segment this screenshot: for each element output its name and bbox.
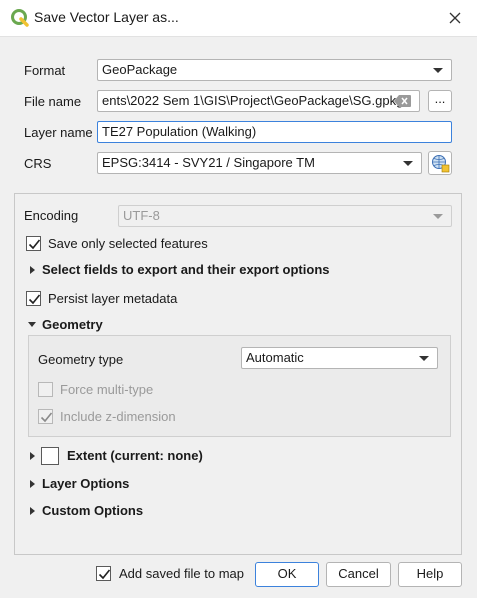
encoding-value: UTF-8 <box>123 208 160 223</box>
expand-arrow-icon[interactable] <box>30 266 35 274</box>
crs-select[interactable]: EPSG:3414 - SVY21 / Singapore TM <box>97 152 422 174</box>
chevron-down-icon <box>403 161 413 166</box>
format-value: GeoPackage <box>102 62 178 77</box>
extent-checkbox[interactable] <box>41 447 59 465</box>
layer-name-value: TE27 Population (Walking) <box>102 124 257 139</box>
collapse-arrow-icon[interactable] <box>28 322 36 327</box>
ok-button[interactable]: OK <box>255 562 319 587</box>
help-button[interactable]: Help <box>398 562 462 587</box>
add-to-map-checkbox[interactable] <box>96 566 111 581</box>
close-icon[interactable] <box>443 6 467 30</box>
file-name-label: File name <box>24 94 82 109</box>
save-selected-label: Save only selected features <box>48 236 208 251</box>
include-z-checkbox[interactable] <box>38 409 53 424</box>
encoding-select[interactable]: UTF-8 <box>118 205 452 227</box>
crs-value: EPSG:3414 - SVY21 / Singapore TM <box>102 155 315 170</box>
crs-selector-button[interactable] <box>428 151 452 175</box>
custom-options-header[interactable]: Custom Options <box>42 503 143 518</box>
globe-icon <box>432 155 450 173</box>
clear-text-icon[interactable] <box>394 94 412 108</box>
select-fields-header[interactable]: Select fields to export and their export… <box>42 262 330 277</box>
add-to-map-label: Add saved file to map <box>119 566 245 581</box>
chevron-down-icon <box>433 214 443 219</box>
expand-arrow-icon[interactable] <box>30 480 35 488</box>
encoding-label: Encoding <box>24 208 79 223</box>
expand-arrow-icon[interactable] <box>30 452 35 460</box>
geometry-type-label: Geometry type <box>38 352 124 367</box>
chevron-down-icon <box>433 68 443 73</box>
format-select[interactable]: GeoPackage <box>97 59 452 81</box>
geometry-type-value: Automatic <box>246 350 304 365</box>
force-multi-checkbox[interactable] <box>38 382 53 397</box>
persist-metadata-label: Persist layer metadata <box>48 291 178 306</box>
crs-label: CRS <box>24 156 52 171</box>
persist-metadata-checkbox[interactable] <box>26 291 41 306</box>
geometry-type-select[interactable]: Automatic <box>241 347 438 369</box>
layer-name-input[interactable]: TE27 Population (Walking) <box>97 121 452 143</box>
force-multi-label: Force multi-type <box>60 382 154 397</box>
checkmark-icon <box>40 412 53 423</box>
include-z-label: Include z-dimension <box>60 409 176 424</box>
layer-name-label: Layer name <box>24 125 93 140</box>
file-name-value: ents\2022 Sem 1\GIS\Project\GeoPackage\S… <box>102 93 404 108</box>
checkmark-icon <box>28 294 41 305</box>
geometry-header[interactable]: Geometry <box>42 317 103 332</box>
save-selected-checkbox[interactable] <box>26 236 41 251</box>
format-label: Format <box>24 63 66 78</box>
browse-button[interactable]: ... <box>428 90 452 112</box>
layer-options-header[interactable]: Layer Options <box>42 476 129 491</box>
checkmark-icon <box>98 569 111 580</box>
checkmark-icon <box>28 239 41 250</box>
title-bar: Save Vector Layer as... <box>0 0 477 37</box>
chevron-down-icon <box>419 356 429 361</box>
qgis-logo-icon <box>11 9 29 27</box>
cancel-button[interactable]: Cancel <box>326 562 391 587</box>
extent-header[interactable]: Extent (current: none) <box>67 448 203 463</box>
expand-arrow-icon[interactable] <box>30 507 35 515</box>
file-name-input[interactable]: ents\2022 Sem 1\GIS\Project\GeoPackage\S… <box>97 90 420 112</box>
window-title: Save Vector Layer as... <box>34 9 179 25</box>
